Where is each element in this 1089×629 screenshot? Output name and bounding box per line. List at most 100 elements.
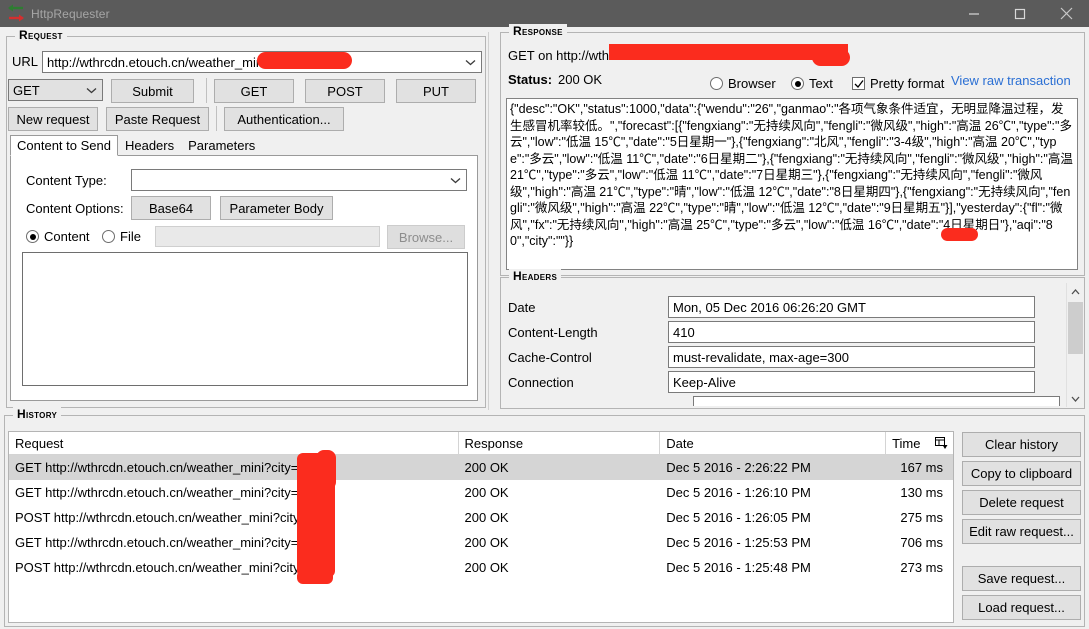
url-label: URL: [12, 54, 39, 69]
pretty-format-checkbox[interactable]: Pretty format: [852, 76, 944, 91]
header-value-input[interactable]: Keep-Alive: [668, 371, 1035, 393]
radio-dot-icon: [102, 230, 115, 243]
content-type-select[interactable]: [131, 169, 467, 191]
column-header-time[interactable]: Time: [886, 432, 933, 455]
text-view-radio[interactable]: Text: [791, 76, 833, 91]
table-row[interactable]: POST http://wthrcdn.etouch.cn/weather_mi…: [9, 555, 953, 580]
history-time: 275 ms: [900, 510, 943, 525]
minimize-icon[interactable]: [951, 0, 997, 27]
history-date: Dec 5 2016 - 1:26:05 PM: [666, 510, 811, 525]
column-header-request[interactable]: Request: [9, 432, 459, 455]
history-date: Dec 5 2016 - 1:25:48 PM: [666, 560, 811, 575]
copy-to-clipboard-button[interactable]: Copy to clipboard: [962, 461, 1081, 486]
radio-dot-icon: [791, 77, 804, 90]
history-response: 200 OK: [464, 535, 509, 550]
paste-request-button[interactable]: Paste Request: [106, 107, 209, 131]
table-row[interactable]: GET http://wthrcdn.etouch.cn/weather_min…: [9, 455, 953, 480]
scroll-down-icon[interactable]: [1067, 390, 1084, 407]
view-raw-transaction-link[interactable]: View raw transaction: [951, 73, 1071, 88]
table-row[interactable]: POST http://wthrcdn.etouch.cn/weather_mi…: [9, 505, 953, 530]
base64-button[interactable]: Base64: [131, 196, 211, 220]
column-header-date[interactable]: Date: [660, 432, 887, 455]
browser-view-radio[interactable]: Browser: [710, 76, 776, 91]
response-request-line: GET on http://wthrcdn.e: [508, 48, 646, 63]
delete-request-button[interactable]: Delete request: [962, 490, 1081, 515]
chevron-down-icon[interactable]: [450, 170, 461, 190]
request-panel-label: Request: [15, 28, 67, 42]
tab-content-to-send[interactable]: Content to Send: [10, 135, 118, 156]
authentication-button[interactable]: Authentication...: [224, 107, 344, 131]
close-icon[interactable]: [1043, 0, 1089, 27]
content-radio-label: Content: [44, 229, 90, 244]
parameter-body-button[interactable]: Parameter Body: [220, 196, 333, 220]
tab-headers[interactable]: Headers: [118, 135, 181, 156]
header-value-input[interactable]: 410: [668, 321, 1035, 343]
header-value-input-partial[interactable]: [693, 396, 1060, 406]
put-button[interactable]: PUT: [396, 79, 476, 103]
headers-scroll-thumb[interactable]: [1068, 302, 1083, 354]
chevron-down-icon[interactable]: [86, 80, 97, 100]
clear-history-button[interactable]: Clear history: [962, 432, 1081, 457]
table-row[interactable]: GET http://wthrcdn.etouch.cn/weather_min…: [9, 480, 953, 505]
tab-parameters[interactable]: Parameters: [181, 135, 262, 156]
history-time: 706 ms: [900, 535, 943, 550]
column-header-response[interactable]: Response: [459, 432, 661, 455]
response-body-area[interactable]: {"desc":"OK","status":1000,"data":{"wend…: [506, 98, 1078, 270]
headers-scrollbar[interactable]: [1066, 283, 1083, 407]
radio-dot-icon: [26, 230, 39, 243]
status-label: Status:: [508, 72, 553, 87]
table-row[interactable]: GET http://wthrcdn.etouch.cn/weather_min…: [9, 530, 953, 555]
app-window: HttpRequester Request URL http://wthrcdn…: [0, 0, 1089, 629]
history-request: GET http://wthrcdn.etouch.cn/weather_min…: [15, 485, 299, 500]
checkmark-icon: [852, 77, 865, 90]
column-settings-icon[interactable]: [933, 432, 953, 455]
new-request-button[interactable]: New request: [8, 107, 98, 131]
chevron-down-icon[interactable]: [465, 52, 476, 72]
header-row-cache-control: Cache-Control must-revalidate, max-age=3…: [508, 346, 1035, 368]
history-time: 273 ms: [900, 560, 943, 575]
pretty-format-label: Pretty format: [870, 76, 945, 91]
header-row-content-length: Content-Length 410: [508, 321, 1035, 343]
history-panel-label: History: [13, 407, 62, 421]
radio-dot-icon: [710, 77, 723, 90]
headers-panel-label: Headers: [509, 269, 562, 283]
toolbar-divider: [206, 78, 207, 103]
header-value-input[interactable]: Mon, 05 Dec 2016 06:26:20 GMT: [668, 296, 1035, 318]
scroll-up-icon[interactable]: [1067, 283, 1084, 300]
method-select[interactable]: GET: [8, 79, 103, 101]
browse-button[interactable]: Browse...: [387, 225, 465, 249]
splitter-line: [488, 32, 489, 410]
header-name: Connection: [508, 374, 574, 390]
history-time: 130 ms: [900, 485, 943, 500]
title-bar: HttpRequester: [0, 0, 1089, 27]
request-body-textarea[interactable]: [22, 252, 468, 386]
history-response: 200 OK: [464, 460, 509, 475]
history-response: 200 OK: [464, 485, 509, 500]
get-button[interactable]: GET: [214, 79, 294, 103]
edit-raw-request-button[interactable]: Edit raw request...: [962, 519, 1081, 544]
load-request-button[interactable]: Load request...: [962, 595, 1081, 620]
history-date: Dec 5 2016 - 2:26:22 PM: [666, 460, 811, 475]
content-options-label: Content Options:: [26, 201, 124, 216]
history-table[interactable]: Request Response Date Time GET http://wt…: [8, 431, 954, 623]
maximize-icon[interactable]: [997, 0, 1043, 27]
save-request-button[interactable]: Save request...: [962, 566, 1081, 591]
response-panel-label: Response: [509, 24, 567, 38]
content-radio[interactable]: Content: [26, 229, 90, 244]
file-radio-label: File: [120, 229, 141, 244]
history-date: Dec 5 2016 - 1:26:10 PM: [666, 485, 811, 500]
window-title: HttpRequester: [31, 6, 110, 21]
response-body-text: {"desc":"OK","status":1000,"data":{"wend…: [510, 102, 1077, 248]
window-controls: [951, 0, 1089, 27]
submit-button[interactable]: Submit: [111, 79, 194, 103]
url-input-value: http://wthrcdn.etouch.cn/weather_mini: [47, 54, 266, 70]
history-request: POST http://wthrcdn.etouch.cn/weather_mi…: [15, 560, 300, 575]
url-input[interactable]: http://wthrcdn.etouch.cn/weather_mini: [42, 51, 482, 73]
file-radio[interactable]: File: [102, 229, 141, 244]
status-value: 200 OK: [558, 72, 603, 87]
file-path-input[interactable]: [155, 226, 380, 247]
post-button[interactable]: POST: [305, 79, 385, 103]
arrows-icon: [3, 0, 29, 27]
history-request: GET http://wthrcdn.etouch.cn/weather_min…: [15, 460, 299, 475]
header-value-input[interactable]: must-revalidate, max-age=300: [668, 346, 1035, 368]
